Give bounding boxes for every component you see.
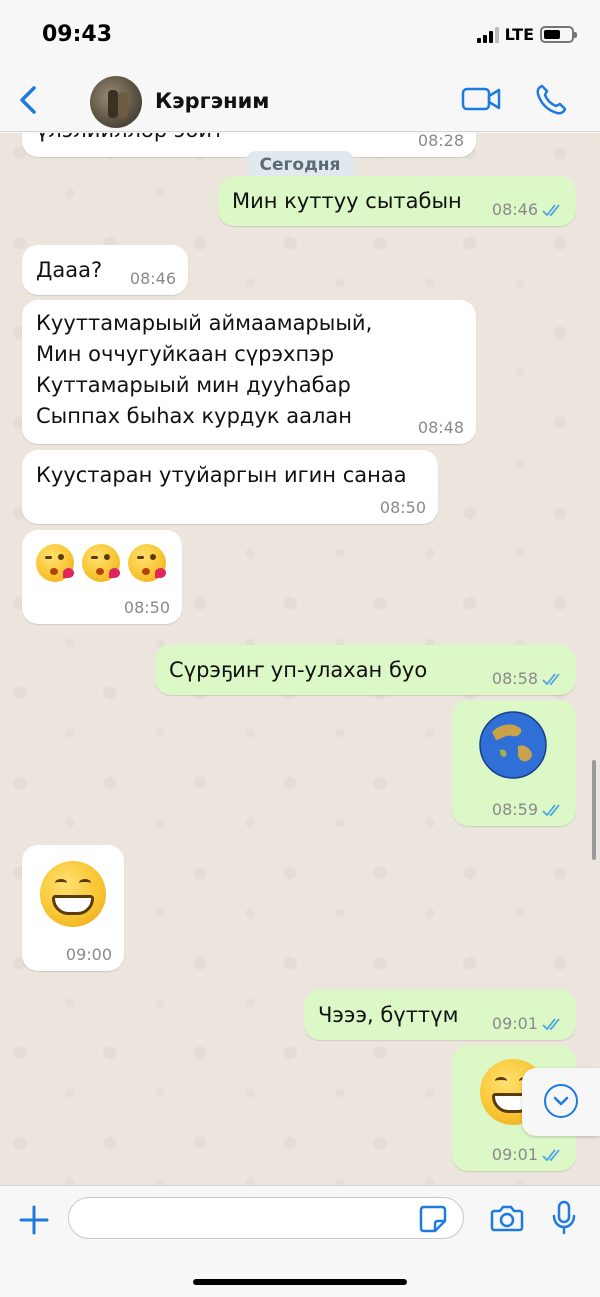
message-time: 08:50 <box>379 498 426 517</box>
message-text: Дааа? <box>36 258 103 282</box>
scroll-to-bottom-button[interactable] <box>522 1068 600 1136</box>
globe-icon <box>479 711 547 779</box>
camera-icon[interactable] <box>490 1203 524 1233</box>
microphone-icon[interactable] <box>550 1200 578 1236</box>
video-call-icon[interactable] <box>460 84 502 114</box>
network-label: LTE <box>504 25 534 44</box>
read-ticks-icon <box>542 1149 560 1162</box>
home-indicator[interactable] <box>193 1279 407 1285</box>
message-incoming[interactable]: Куустаран утуйаргын игин санаа 08:50 <box>22 450 438 524</box>
message-incoming-emoji[interactable]: 08:50 <box>22 530 182 624</box>
back-chevron-icon[interactable] <box>14 82 44 118</box>
message-outgoing[interactable]: Сүрэҕиҥ уп-улахан буо 08:58 <box>155 645 576 695</box>
chevron-down-icon <box>544 1084 578 1118</box>
message-incoming[interactable]: Дааа? 08:46 <box>22 245 188 295</box>
read-ticks-icon <box>542 804 560 817</box>
chat-scrollbar[interactable] <box>592 760 596 860</box>
message-time: 08:48 <box>417 418 464 437</box>
message-incoming[interactable]: Кууттамарыый аймаамарыый, Мин оччугуйкаа… <box>22 300 476 444</box>
message-outgoing[interactable]: Мин куттуу сытабын 08:46 <box>218 176 576 226</box>
status-bar: 09:43 LTE <box>0 0 600 70</box>
message-time: 08:46 <box>129 269 176 288</box>
kiss-face-icon <box>82 544 120 582</box>
message-text: Куустаран утуйаргын игин санаа <box>36 463 407 487</box>
read-ticks-icon <box>542 204 560 217</box>
message-line: Сыппах быһах курдук аалан <box>36 404 352 428</box>
message-time: 08:46 <box>491 200 538 219</box>
message-incoming-emoji[interactable]: 09:00 <box>22 845 124 971</box>
message-input[interactable] <box>68 1197 464 1239</box>
message-time: 09:01 <box>491 1145 538 1164</box>
phone-call-icon[interactable] <box>533 82 569 118</box>
message-time: 08:59 <box>491 800 538 819</box>
status-indicators: LTE <box>476 25 577 44</box>
message-line: Мин оччугуйкаан сүрэхпэр <box>36 342 335 366</box>
message-time: 08:58 <box>491 669 538 688</box>
message-time: 08:50 <box>123 598 170 617</box>
message-text: Мин куттуу сытабын <box>232 189 462 213</box>
grinning-face-icon <box>40 861 106 927</box>
message-time: 09:00 <box>65 945 112 964</box>
date-divider: Сегодня <box>246 151 354 179</box>
chat-header: Кэргэним <box>0 70 600 132</box>
message-text: Сүрэҕиҥ уп-улахан буо <box>169 658 428 682</box>
status-time: 09:43 <box>42 22 113 47</box>
read-ticks-icon <box>542 1018 560 1031</box>
plus-icon[interactable] <box>18 1204 50 1236</box>
chat-area[interactable]: үлэлиилләр эбит 08:28 Сегодня Мин куттуу… <box>0 133 600 1185</box>
read-ticks-icon <box>542 673 560 686</box>
message-text: Чэээ, бүттүм <box>318 1003 459 1027</box>
kiss-face-icon <box>128 544 166 582</box>
message-time: 08:28 <box>417 133 464 150</box>
kiss-face-icon <box>36 544 74 582</box>
message-time: 09:01 <box>491 1014 538 1033</box>
sticker-icon[interactable] <box>418 1204 448 1234</box>
contact-avatar[interactable] <box>90 76 142 128</box>
message-text: үлэлиилләр эбит <box>36 133 224 142</box>
contact-name[interactable]: Кэргэним <box>155 89 269 113</box>
message-line: Куттамарыый мин дууһабар <box>36 373 351 397</box>
message-line: Кууттамарыый аймаамарыый, <box>36 311 373 335</box>
battery-icon <box>540 26 577 43</box>
signal-icon <box>476 26 499 43</box>
message-outgoing[interactable]: Чэээ, бүттүм 09:01 <box>304 990 576 1040</box>
message-input-bar <box>0 1185 600 1297</box>
message-outgoing-emoji[interactable]: 08:59 <box>452 700 576 826</box>
